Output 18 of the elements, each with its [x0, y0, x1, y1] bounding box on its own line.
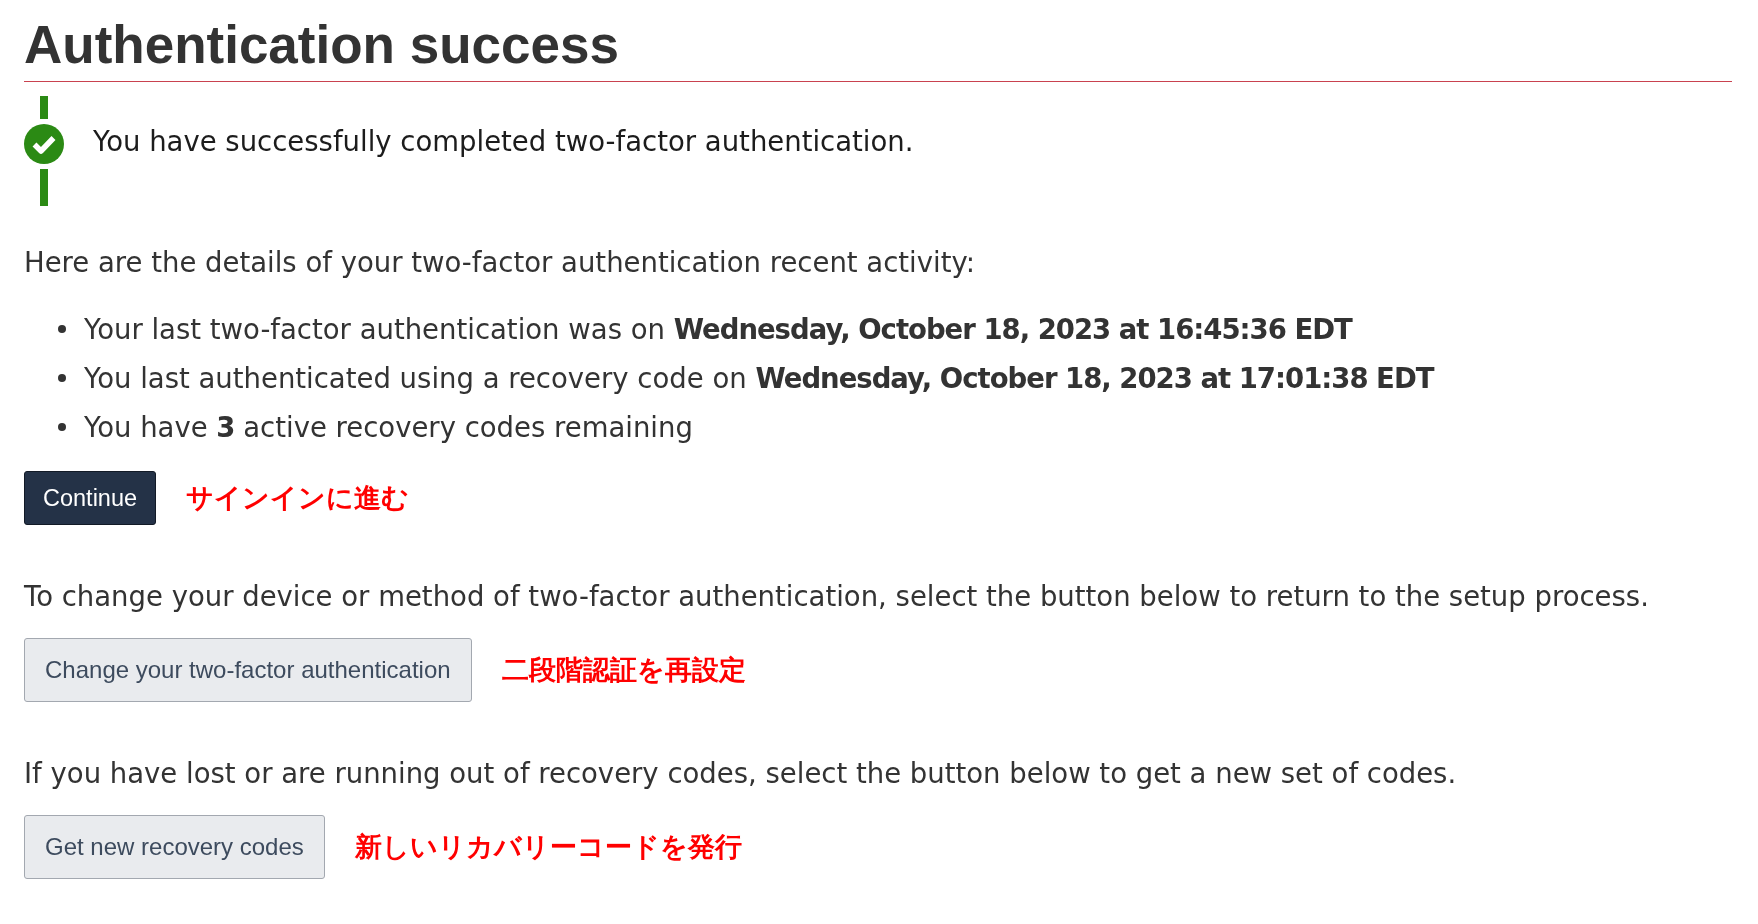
- annotation-text: サインインに進む: [186, 481, 410, 515]
- bullet-icon: [58, 374, 66, 382]
- bullet-icon: [58, 325, 66, 333]
- success-message: You have successfully completed two-factor authentication.: [93, 124, 914, 159]
- bullet-icon: [58, 423, 66, 431]
- action-button[interactable]: Continue: [24, 471, 157, 525]
- action-button[interactable]: Change your two-factor authentication: [24, 638, 472, 702]
- activity-detail: Your last two-factor authentication was on Wednesday, October 18, 2023 at 16:45:36 EDT: [84, 312, 1352, 347]
- check-circle-icon: [24, 124, 64, 164]
- annotation-text: 二段階認証を再設定: [501, 653, 746, 687]
- annotation-text: 新しいリカバリーコードを発行: [354, 830, 742, 864]
- instruction-text: If you have lost or are running out of recovery codes, select the button below to get a new set of codes.: [24, 756, 1458, 791]
- activity-detail: You have 3 active recovery codes remaining: [84, 410, 693, 445]
- action-button[interactable]: Get new recovery codes: [24, 815, 325, 879]
- activity-detail: You last authenticated using a recovery code on Wednesday, October 18, 2023 at 17:01:38 EDT: [84, 361, 1434, 396]
- details-intro: Here are the details of your two-factor authentication recent activity:: [24, 245, 976, 280]
- instruction-text: To change your device or method of two-factor authentication, select the button below to return to the setup process.: [24, 579, 1650, 614]
- page-title: Authentication success: [24, 14, 619, 76]
